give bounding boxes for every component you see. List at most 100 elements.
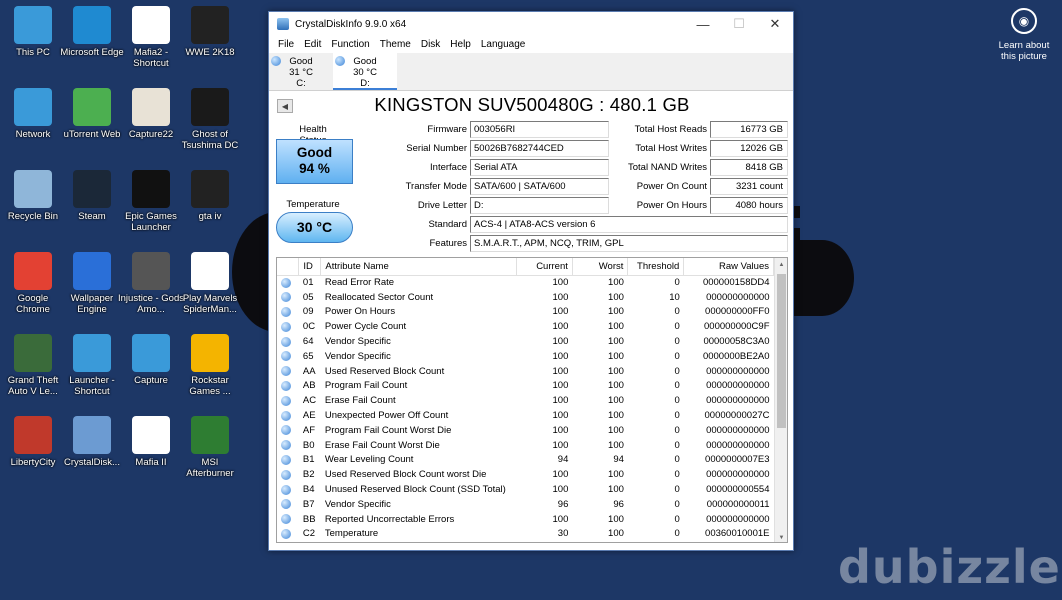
table-row[interactable]: AB Program Fail Count 100 100 0 000000000000: [277, 379, 774, 394]
desktop-icon[interactable]: CrystalDisk...: [59, 416, 125, 468]
learn-about-picture[interactable]: ◉ Learn about this picture: [994, 8, 1054, 62]
minimize-button[interactable]: —: [685, 12, 721, 36]
table-row[interactable]: B1 Wear Leveling Count 94 94 0 0000000007E3: [277, 453, 774, 468]
table-cell: 000000000000: [706, 380, 770, 392]
table-row[interactable]: B0 Erase Fail Count Worst Die 100 100 0 00000…: [277, 438, 774, 453]
menu-item[interactable]: Theme: [375, 39, 416, 50]
table-cell: 100: [608, 513, 624, 525]
desktop-icon[interactable]: Mafia II: [118, 416, 184, 468]
desktop-icon[interactable]: Grand Theft Auto V Le...: [0, 334, 66, 397]
desktop-icon[interactable]: Epic Games Launcher: [118, 170, 184, 233]
close-button[interactable]: ✕: [757, 12, 793, 36]
row-status-cell: [277, 290, 299, 305]
desktop-icon-label: WWE 2K18: [185, 47, 235, 58]
temperature-box[interactable]: 30 °C: [276, 212, 353, 243]
menu-item[interactable]: Help: [445, 39, 476, 50]
field-value: SATA/600 | SATA/600: [470, 178, 609, 195]
desktop-icon[interactable]: uTorrent Web: [59, 88, 125, 140]
desktop-icon[interactable]: Wallpaper Engine: [59, 252, 125, 315]
table-row[interactable]: 01 Read Error Rate 100 100 0 000000158DD4: [277, 275, 774, 290]
desktop-icon-label: Network: [15, 129, 51, 140]
table-cell: 0: [674, 469, 680, 481]
menu-item[interactable]: Edit: [299, 39, 326, 50]
drive-tab[interactable]: Good 30 °C D:: [333, 53, 397, 90]
table-row[interactable]: AF Program Fail Count Worst Die 100 100 0 000…: [277, 423, 774, 438]
column-header[interactable]: Worst: [572, 258, 629, 276]
desktop-icon[interactable]: Mafia2 - Shortcut: [118, 6, 184, 69]
table-cell: 00000000027C: [704, 410, 770, 422]
desktop-icon[interactable]: Recycle Bin: [0, 170, 66, 222]
desktop-icon-label: Microsoft Edge: [60, 47, 124, 58]
menu-bar: File Edit Function Theme Disk Help Language: [269, 36, 793, 53]
table-row[interactable]: B7 Vendor Specific 96 96 0 000000000011: [277, 497, 774, 512]
field-label: Total NAND Writes: [627, 162, 707, 173]
health-percent: 94 %: [299, 161, 330, 176]
table-cell: 0: [674, 277, 680, 289]
desktop-icon[interactable]: Network: [0, 88, 66, 140]
column-header[interactable]: Current: [516, 258, 573, 276]
drive-tab[interactable]: Good 31 °C C:: [269, 53, 333, 90]
table-row[interactable]: AC Erase Fail Count 100 100 0 000000000000: [277, 393, 774, 408]
column-header[interactable]: Raw Values: [683, 258, 774, 276]
desktop-icon[interactable]: Launcher - Shortcut: [59, 334, 125, 397]
desktop-icon[interactable]: Google Chrome: [0, 252, 66, 315]
desktop-icon[interactable]: Injustice - Gods Amo...: [118, 252, 184, 315]
table-cell: 100: [608, 336, 624, 348]
table-cell: B4: [302, 484, 315, 496]
table-row[interactable]: AA Used Reserved Block Count 100 100 0 000000…: [277, 364, 774, 379]
table-row[interactable]: 05 Reallocated Sector Count 100 100 10 000000…: [277, 290, 774, 305]
desktop-icon-image: [73, 6, 111, 44]
menu-item[interactable]: Disk: [416, 39, 445, 50]
column-header[interactable]: Threshold: [627, 258, 685, 276]
desktop-icon-image: [132, 170, 170, 208]
desktop-icon[interactable]: This PC: [0, 6, 66, 58]
column-header[interactable]: ID: [298, 258, 322, 276]
menu-item[interactable]: Language: [476, 39, 531, 50]
drive-tab-bar: Good 31 °C C: Good 30 °C D:: [269, 53, 793, 91]
maximize-button[interactable]: ☐: [721, 12, 757, 36]
column-header-status[interactable]: [277, 258, 300, 276]
desktop-icon[interactable]: Steam: [59, 170, 125, 222]
status-dot-icon: [281, 380, 291, 391]
menu-item[interactable]: File: [273, 39, 299, 50]
table-row[interactable]: 0C Power Cycle Count 100 100 0 000000000C9F: [277, 319, 774, 334]
disk-name: KINGSTON SUV500480G : 480.1 GB: [374, 94, 690, 115]
desktop-icon[interactable]: WWE 2K18: [177, 6, 243, 58]
desktop-icon[interactable]: Ghost of Tsushima DC: [177, 88, 243, 151]
health-status-box[interactable]: Good 94 %: [276, 139, 353, 184]
table-row[interactable]: B2 Used Reserved Block Count worst Die 100…: [277, 467, 774, 482]
drive-letter: C:: [296, 78, 306, 89]
table-row[interactable]: B4 Unused Reserved Block Count (SSD Total…: [277, 482, 774, 497]
desktop-icon[interactable]: Capture22: [118, 88, 184, 140]
table-row[interactable]: 09 Power On Hours 100 100 0 000000000FF0: [277, 305, 774, 320]
desktop-icon[interactable]: Play Marvels SpiderMan...: [177, 252, 243, 315]
table-cell: Wear Leveling Count: [324, 454, 414, 466]
table-header: ID Attribute Name Current Worst Threshold Raw…: [277, 258, 774, 276]
scroll-thumb[interactable]: [777, 274, 786, 428]
table-row[interactable]: AE Unexpected Power Off Count 100 100 0 00000…: [277, 408, 774, 423]
title-bar[interactable]: CrystalDiskInfo 9.9.0 x64 — ☐ ✕: [269, 12, 793, 36]
menu-item[interactable]: Function: [326, 39, 374, 50]
table-row[interactable]: C2 Temperature 30 100 0 00360010001E: [277, 527, 774, 542]
desktop-icon[interactable]: Microsoft Edge: [59, 6, 125, 58]
table-cell: 94: [613, 454, 624, 466]
field-value: ACS-4 | ATA8-ACS version 6: [470, 216, 788, 233]
table-body: 01 Read Error Rate 100 100 0 000000158DD4 05 Re…: [277, 275, 774, 541]
table-row[interactable]: 64 Vendor Specific 100 100 0 00000058C3A0: [277, 334, 774, 349]
desktop-icon-image: [73, 88, 111, 126]
table-cell: 100: [552, 469, 569, 481]
table-cell: 0: [674, 395, 680, 407]
scroll-down-icon[interactable]: ▼: [775, 531, 787, 542]
desktop-icon[interactable]: LibertyCity: [0, 416, 66, 468]
desktop-icon-image: [191, 6, 229, 44]
desktop-icon[interactable]: Capture: [118, 334, 184, 386]
table-scrollbar[interactable]: ▲ ▼: [774, 258, 787, 542]
table-row[interactable]: 65 Vendor Specific 100 100 0 0000000BE2A0: [277, 349, 774, 364]
column-header[interactable]: Attribute Name: [320, 258, 518, 276]
table-cell: 0: [674, 454, 680, 466]
table-row[interactable]: BB Reported Uncorrectable Errors 100 100 0 00…: [277, 512, 774, 527]
scroll-up-icon[interactable]: ▲: [775, 258, 787, 271]
desktop-icon[interactable]: MSI Afterburner: [177, 416, 243, 479]
desktop-icon[interactable]: gta iv: [177, 170, 243, 222]
desktop-icon[interactable]: Rockstar Games ...: [177, 334, 243, 397]
